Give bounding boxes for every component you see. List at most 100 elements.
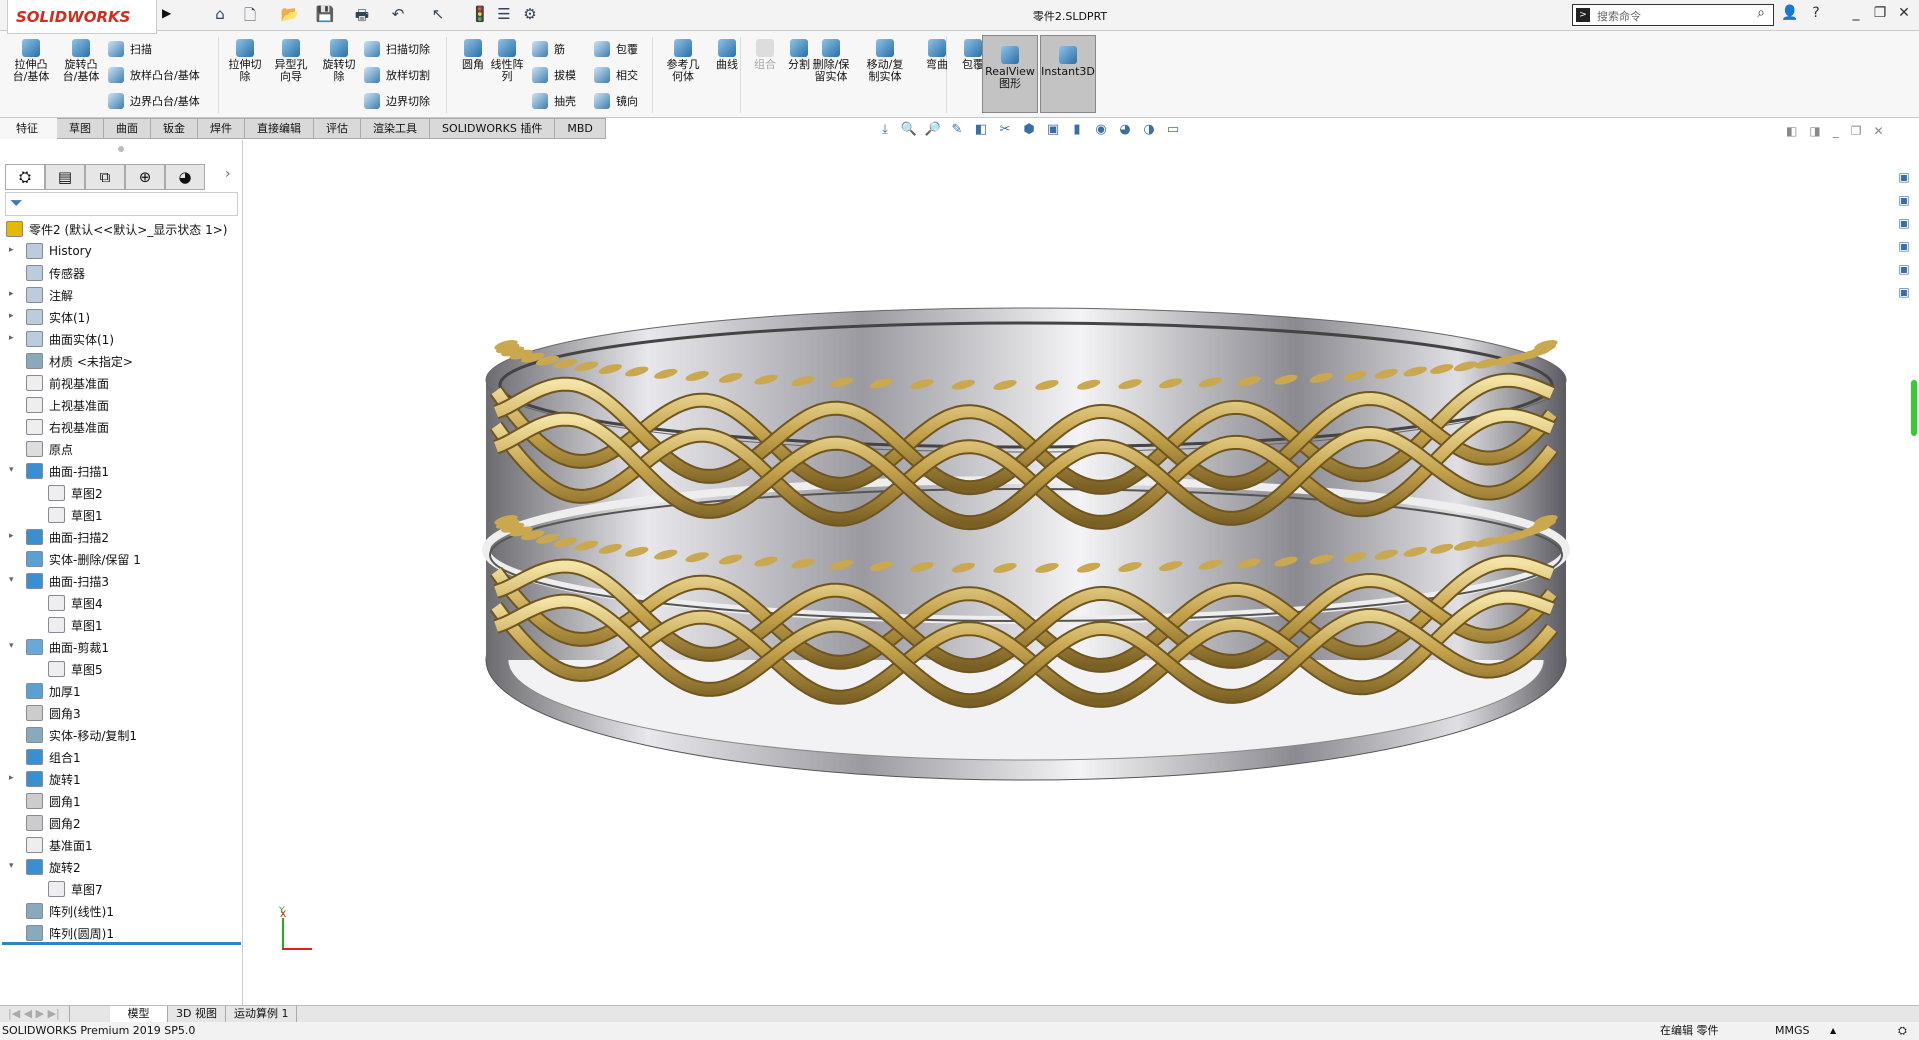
graphics-area[interactable]: X Y: [244, 140, 1894, 1005]
tree-item[interactable]: 阵列(圆周)1: [26, 922, 114, 944]
tab-0[interactable]: 特征: [0, 118, 57, 139]
select-icon[interactable]: ↖: [428, 5, 448, 25]
options-icon[interactable]: ⚙: [520, 5, 540, 25]
tree-item[interactable]: 阵列(线性)1: [26, 900, 114, 922]
resources-icon[interactable]: ▣: [1894, 193, 1914, 211]
tab-5[interactable]: 直接编辑: [245, 118, 314, 139]
tree-item[interactable]: 材质 <未指定>: [26, 350, 133, 372]
home-icon[interactable]: ▣: [1894, 170, 1914, 188]
expand-toggle-icon[interactable]: ▸: [9, 245, 14, 255]
display-manager-icon[interactable]: ◕: [165, 164, 205, 190]
solidworks-logo[interactable]: SOLIDWORKS: [7, 0, 157, 34]
ribbon-button[interactable]: 拉伸切 除: [222, 39, 268, 83]
tab-3[interactable]: 钣金: [151, 118, 198, 139]
ribbon-small-button[interactable]: 放样切割: [364, 65, 430, 85]
ribbon-small-button[interactable]: 放样凸台/基体: [108, 65, 200, 85]
ribbon-button[interactable]: 拉伸凸 台/基体: [8, 39, 54, 83]
expand-toggle-icon[interactable]: ▾: [9, 575, 14, 585]
panel-tabs-more-icon[interactable]: ›: [225, 166, 231, 182]
ribbon-small-button[interactable]: 边界切除: [364, 91, 430, 111]
configuration-manager-icon[interactable]: ⧉: [85, 164, 125, 190]
search-commands-input[interactable]: > 搜索命令 ⌕: [1572, 4, 1774, 26]
tree-item[interactable]: 草图1: [48, 504, 103, 526]
tree-item[interactable]: 实体(1): [26, 306, 90, 328]
tile-right-icon[interactable]: ◨: [1809, 124, 1820, 138]
tree-item[interactable]: 旋转2: [26, 856, 81, 878]
view-tool-icon[interactable]: ✎: [948, 122, 966, 140]
appearances-icon[interactable]: ▣: [1894, 262, 1914, 280]
ribbon-small-button[interactable]: 包覆: [594, 39, 638, 59]
tree-item[interactable]: 传感器: [26, 262, 85, 284]
rollback-bar[interactable]: [2, 942, 241, 945]
view-tool-icon[interactable]: ◉: [1092, 122, 1110, 140]
tree-item[interactable]: 实体-删除/保留 1: [26, 548, 141, 570]
tree-item[interactable]: 圆角1: [26, 790, 81, 812]
tab-1[interactable]: 草图: [57, 118, 104, 139]
expand-toggle-icon[interactable]: ▸: [9, 311, 14, 321]
tree-item[interactable]: History: [26, 240, 92, 262]
ribbon-small-button[interactable]: 相交: [594, 65, 638, 85]
tree-item[interactable]: 原点: [26, 438, 73, 460]
expand-toggle-icon[interactable]: ▸: [9, 531, 14, 541]
tab-9[interactable]: MBD: [555, 118, 606, 139]
ribbon-small-button[interactable]: 扫描切除: [364, 39, 430, 59]
user-icon[interactable]: 👤: [1780, 5, 1800, 21]
save-icon[interactable]: 💾: [315, 5, 335, 25]
viewport-close-icon[interactable]: ✕: [1873, 124, 1883, 138]
tab-6[interactable]: 评估: [314, 118, 361, 139]
tree-item[interactable]: 曲面-扫描2: [26, 526, 109, 548]
view-tool-icon[interactable]: ▭: [1164, 122, 1182, 140]
tree-item[interactable]: 圆角3: [26, 702, 81, 724]
ribbon-button[interactable]: 旋转切 除: [316, 39, 362, 83]
home-icon[interactable]: ⌂: [210, 5, 230, 25]
view-tool-icon[interactable]: ✂: [996, 122, 1014, 140]
ribbon-small-button[interactable]: 筋: [532, 39, 565, 59]
ribbon-button[interactable]: 删除/保 留实体: [808, 39, 854, 83]
tree-filter-input[interactable]: ⏷: [5, 192, 238, 216]
file-properties-icon[interactable]: ☰: [494, 5, 514, 25]
view-palette-icon[interactable]: ▣: [1894, 239, 1914, 257]
tree-item[interactable]: 旋转1: [26, 768, 81, 790]
rebuild-icon[interactable]: 🚦: [470, 5, 490, 25]
tree-item[interactable]: 草图7: [48, 878, 103, 900]
tree-item[interactable]: 组合1: [26, 746, 81, 768]
expand-toggle-icon[interactable]: ▸: [9, 333, 14, 343]
undo-icon[interactable]: ↶: [388, 5, 408, 25]
tab-scroll-arrows[interactable]: |◀ ◀ ▶ ▶|: [0, 1006, 70, 1023]
tree-item[interactable]: 圆角2: [26, 812, 81, 834]
tab-2[interactable]: 曲面: [104, 118, 151, 139]
dimxpert-icon[interactable]: ⊕: [125, 164, 165, 190]
panel-splitter-handle[interactable]: [118, 146, 124, 152]
ribbon-button[interactable]: 参考几 何体: [660, 39, 706, 83]
bottom-tab-1[interactable]: 3D 视图: [168, 1006, 226, 1023]
ribbon-button[interactable]: 旋转凸 台/基体: [58, 39, 104, 83]
ribbon-button[interactable]: 线性阵 列: [484, 39, 530, 83]
bottom-tab-2[interactable]: 运动算例 1: [226, 1006, 298, 1023]
view-tool-icon[interactable]: ⤓: [876, 122, 894, 140]
custom-properties-icon[interactable]: ▣: [1894, 285, 1914, 303]
tree-item[interactable]: 前视基准面: [26, 372, 109, 394]
open-icon[interactable]: 📂: [280, 5, 300, 25]
task-pane-scroll[interactable]: [1911, 380, 1917, 436]
feature-manager-icon[interactable]: ⛭: [5, 164, 45, 190]
unit-system-button[interactable]: MMGS: [1775, 1022, 1810, 1040]
tree-item[interactable]: 曲面-扫描1: [26, 460, 109, 482]
view-tool-icon[interactable]: ◕: [1116, 122, 1134, 140]
ribbon-small-button[interactable]: 拔模: [532, 65, 576, 85]
tree-item[interactable]: 上视基准面: [26, 394, 109, 416]
tab-4[interactable]: 焊件: [198, 118, 245, 139]
print-icon[interactable]: 🖶: [352, 5, 372, 25]
tab-8[interactable]: SOLIDWORKS 插件: [430, 118, 556, 139]
rebuild-status-icon[interactable]: ⛭: [1898, 1022, 1907, 1040]
close-button[interactable]: ✕: [1894, 5, 1914, 21]
ribbon-button[interactable]: 异型孔 向导: [268, 39, 314, 83]
view-tool-icon[interactable]: 🔍: [900, 122, 918, 140]
tab-7[interactable]: 渲染工具: [361, 118, 430, 139]
view-tool-icon[interactable]: ◧: [972, 122, 990, 140]
bottom-tab-0[interactable]: 模型: [110, 1006, 168, 1023]
tree-item[interactable]: 加厚1: [26, 680, 81, 702]
expand-toggle-icon[interactable]: ▾: [9, 465, 14, 475]
ribbon-button[interactable]: 移动/复 制实体: [862, 39, 908, 83]
property-manager-icon[interactable]: ▤: [45, 164, 85, 190]
view-tool-icon[interactable]: ⬢: [1020, 122, 1038, 140]
